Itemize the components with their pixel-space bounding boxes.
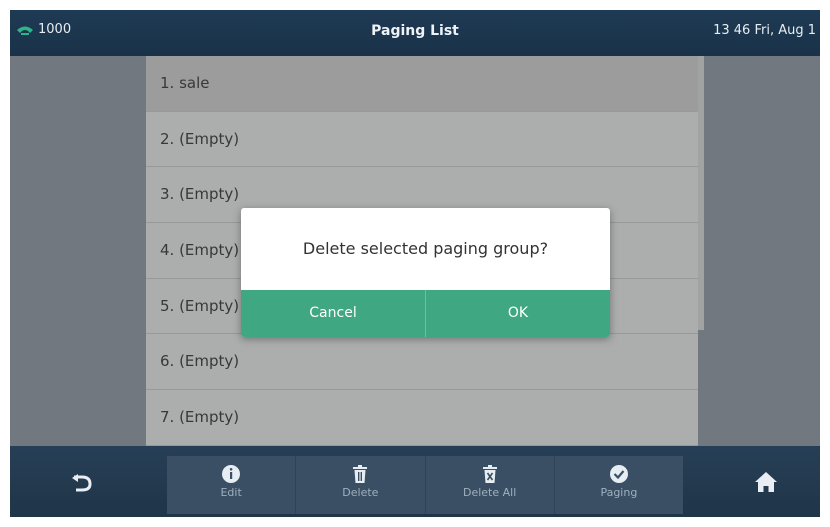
- softkey-label: Paging: [600, 486, 638, 499]
- softkey-bar: Edit Delete Delete All Paging: [10, 446, 820, 517]
- confirm-dialog: Delete selected paging group? Cancel OK: [241, 208, 610, 337]
- back-arrow-icon[interactable]: [70, 474, 94, 492]
- check-circle-icon: [609, 465, 628, 483]
- trash-icon: [353, 465, 368, 483]
- page-title: Paging List: [371, 23, 459, 39]
- softkey-label: Delete: [342, 486, 379, 499]
- softkey-label: Edit: [220, 486, 242, 499]
- delete-all-softkey[interactable]: Delete All: [426, 456, 555, 514]
- datetime: 13 46 Fri, Aug 1: [713, 23, 816, 38]
- softkey-label: Delete All: [462, 486, 517, 499]
- dialog-buttons: Cancel OK: [241, 290, 610, 337]
- phone-screen: 1000 Paging List 13 46 Fri, Aug 1 1. sal…: [10, 10, 820, 517]
- delete-softkey[interactable]: Delete: [296, 456, 426, 514]
- cancel-button[interactable]: Cancel: [241, 290, 425, 337]
- home-icon[interactable]: [754, 471, 778, 493]
- edit-softkey[interactable]: Edit: [167, 456, 297, 514]
- trash-x-icon: [482, 465, 497, 483]
- softkeys: Edit Delete Delete All Paging: [167, 456, 683, 514]
- paging-softkey[interactable]: Paging: [555, 456, 683, 514]
- dialog-message: Delete selected paging group?: [302, 239, 549, 258]
- status-bar: 1000 Paging List 13 46 Fri, Aug 1: [10, 10, 820, 56]
- info-icon: [222, 465, 241, 483]
- ok-button[interactable]: OK: [425, 290, 610, 337]
